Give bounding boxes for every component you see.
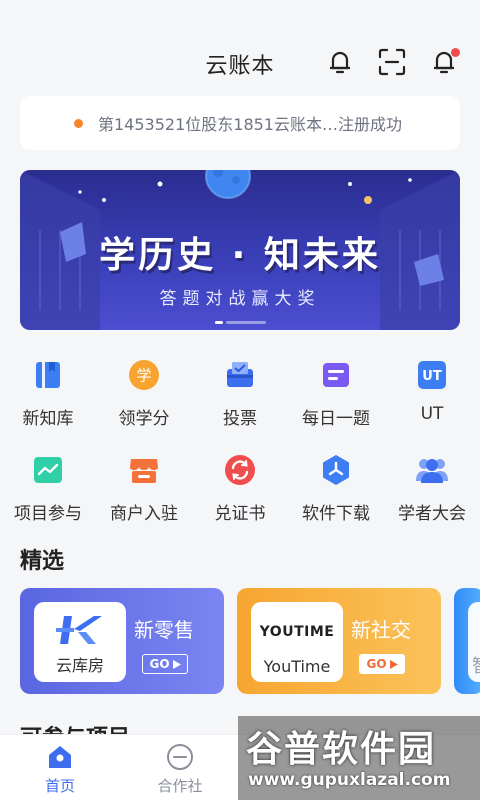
grid-item-software-download[interactable]: 软件下载	[288, 445, 384, 540]
youtime-wordmark: YOUTIME	[259, 624, 335, 640]
featured-card-partial[interactable]: 智	[454, 588, 480, 694]
ut-icon: UT	[415, 358, 449, 392]
grid-label: 领学分	[118, 409, 170, 429]
grid-label: 投票	[223, 409, 257, 429]
grid-item-study-credit[interactable]: 学 领学分	[96, 350, 192, 445]
study-credit-glyph: 学	[136, 367, 151, 385]
grid-item-scholar-conference[interactable]: 学者大会	[384, 445, 480, 540]
people-icon	[415, 453, 449, 487]
featured-card-new-retail[interactable]: 云库房 新零售 GO	[20, 588, 224, 694]
exchange-icon	[223, 453, 257, 487]
study-credit-icon: 学	[127, 358, 161, 392]
banner-title: 学历史 · 知未来	[99, 235, 381, 276]
site-watermark: 谷普软件园 www.gupuxlazal.com	[238, 716, 480, 800]
featured-card-new-social[interactable]: YOUTIME YouTime 新社交 GO	[237, 588, 441, 694]
k-logo-icon	[56, 616, 102, 644]
watermark-brand: 谷普软件园	[246, 729, 437, 770]
nav-cooperative[interactable]: 合作社	[140, 735, 220, 800]
grid-item-knowledge[interactable]: 新知库	[0, 350, 96, 445]
partial-card-text: 智	[472, 652, 480, 678]
carousel-dot-active	[214, 321, 223, 324]
card-logo-caption: 云库房	[55, 656, 104, 675]
grid-label: 软件下载	[302, 504, 370, 524]
go-label: GO	[149, 657, 170, 671]
grid-item-vote[interactable]: 投票	[192, 350, 288, 445]
grid-item-redeem-certificate[interactable]: 兑证书	[192, 445, 288, 540]
card-logo-caption: YouTime	[263, 657, 331, 676]
daily-question-icon	[319, 358, 353, 392]
yunkufang-logo: 云库房	[34, 602, 126, 682]
ut-glyph: UT	[422, 369, 442, 384]
notice-text: 第1453521位股东1851云账本…注册成功	[98, 115, 402, 134]
bell-icon[interactable]	[322, 44, 358, 80]
grid-label: 项目参与	[14, 504, 82, 524]
book-icon	[31, 358, 65, 392]
grid-item-project-participation[interactable]: 项目参与	[0, 445, 96, 540]
card-title: 新社交	[351, 618, 411, 642]
notice-dot	[74, 119, 83, 128]
grid-label: 学者大会	[398, 504, 466, 524]
scan-icon[interactable]	[374, 44, 410, 80]
play-arrow-icon	[172, 659, 181, 669]
function-grid-row-1: 新知库 学 领学分 投票 每日一题 UT UT	[0, 350, 480, 445]
carousel-dot	[225, 321, 266, 324]
go-button[interactable]: GO	[359, 654, 405, 674]
grid-item-daily-question[interactable]: 每日一题	[288, 350, 384, 445]
cooperative-icon	[165, 743, 195, 771]
youtime-logo: YOUTIME YouTime	[251, 602, 343, 682]
home-icon	[45, 743, 75, 771]
grid-label: 兑证书	[214, 504, 266, 524]
promo-banner[interactable]: 学历史 · 知未来 答题对战赢大奖	[20, 170, 460, 330]
play-arrow-icon	[389, 659, 398, 669]
grid-label: 商户入驻	[110, 504, 178, 524]
nav-home-label: 首页	[44, 777, 75, 795]
grid-item-merchant-join[interactable]: 商户入驻	[96, 445, 192, 540]
go-label: GO	[366, 657, 387, 671]
card-title: 新零售	[134, 618, 194, 642]
function-grid: 新知库 学 领学分 投票 每日一题 UT UT 项目参与 商户入驻 兑证书 软件…	[0, 350, 480, 540]
banner-subtitle: 答题对战赢大奖	[159, 289, 321, 309]
header: 云账本	[0, 0, 480, 96]
go-button[interactable]: GO	[142, 654, 188, 674]
chart-icon	[31, 453, 65, 487]
download-hex-icon	[319, 453, 353, 487]
notification-bell-icon[interactable]	[426, 44, 462, 80]
unread-dot	[451, 48, 460, 57]
featured-section-title: 精选	[20, 549, 65, 574]
function-grid-row-2: 项目参与 商户入驻 兑证书 软件下载 学者大会	[0, 445, 480, 540]
vote-icon	[223, 358, 257, 392]
notice-bar[interactable]: 第1453521位股东1851云账本…注册成功	[20, 96, 460, 150]
grid-label: UT	[420, 404, 444, 424]
nav-cooperative-label: 合作社	[157, 777, 203, 795]
grid-label: 每日一题	[302, 409, 370, 429]
watermark-url: www.gupuxlazal.com	[248, 770, 451, 790]
carousel-indicator	[20, 321, 460, 324]
nav-home[interactable]: 首页	[20, 735, 100, 800]
grid-item-ut[interactable]: UT UT	[384, 350, 480, 445]
store-icon	[127, 453, 161, 487]
grid-label: 新知库	[22, 409, 74, 429]
